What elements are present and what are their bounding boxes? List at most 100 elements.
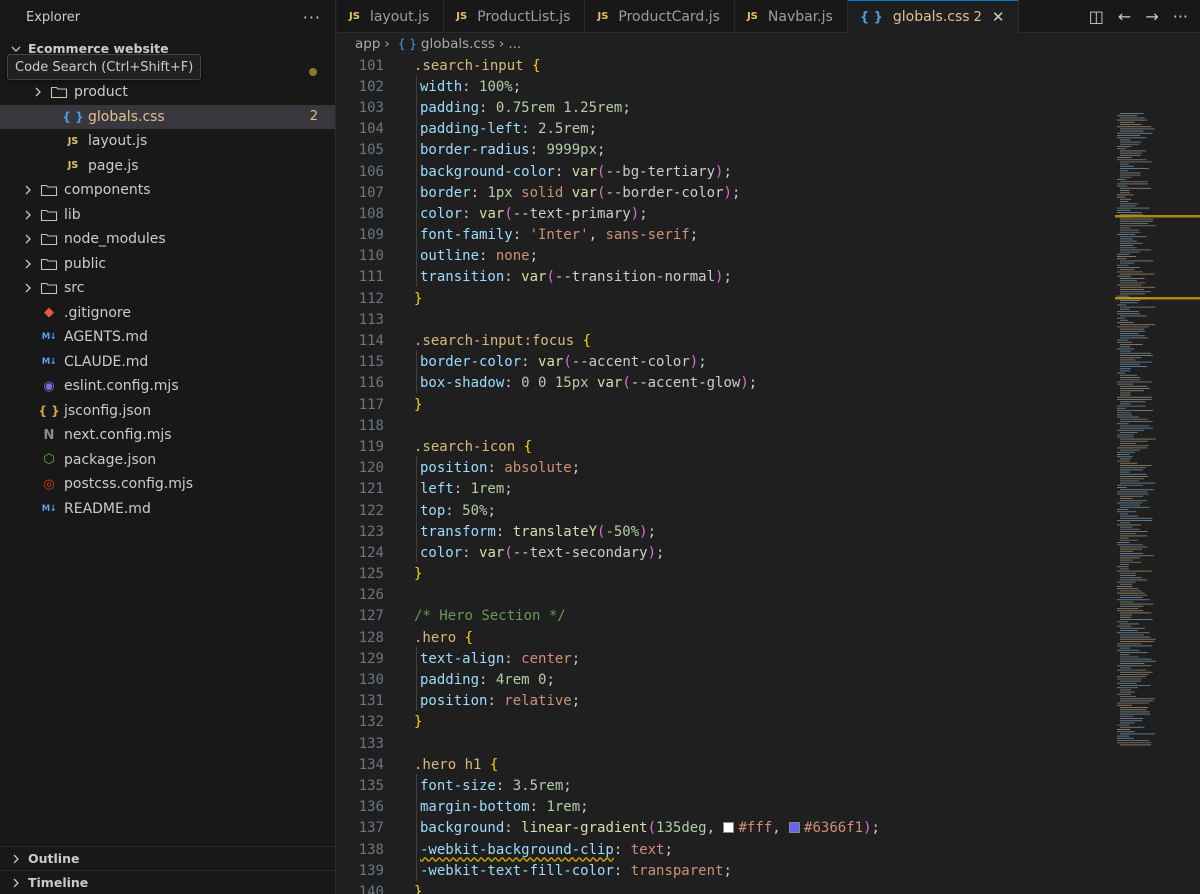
code-token: transition: [420, 269, 505, 286]
code-line: 122 top: 50%;: [337, 498, 1117, 521]
line-number: 127: [358, 608, 384, 625]
editor-tab[interactable]: JS ProductCard.js: [585, 0, 735, 33]
code-token: :: [495, 777, 513, 794]
code-token: text-align: [420, 650, 505, 667]
tree-item[interactable]: JS layout.js: [0, 129, 335, 154]
folder-icon: [50, 84, 68, 100]
markdown-icon: M↓: [41, 332, 57, 343]
code-line: 102 width: 100%;: [337, 74, 1117, 97]
code-token: :: [453, 481, 471, 498]
breadcrumb-file[interactable]: globals.css: [421, 36, 495, 52]
code-token: 0.75rem 1.25rem: [495, 99, 623, 116]
tree-item[interactable]: M↓ CLAUDE.md: [0, 350, 335, 375]
modified-indicator: [309, 68, 317, 76]
color-swatch[interactable]: [723, 822, 735, 834]
problem-count-badge: 2: [309, 109, 318, 125]
chevron-down-icon: [8, 43, 24, 55]
minimap[interactable]: [1115, 55, 1200, 894]
line-number: 138: [358, 841, 384, 858]
code-text: left: 1rem;: [384, 477, 513, 500]
tree-item[interactable]: ⬡ package.json: [0, 448, 335, 473]
code-token: 3.5rem: [512, 777, 564, 794]
tree-item-label: CLAUDE.md: [64, 353, 149, 370]
editor-tab[interactable]: JS Navbar.js: [735, 0, 848, 33]
code-token: ): [689, 354, 699, 371]
editor-tab[interactable]: { } globals.css 2 ✕: [847, 0, 1020, 33]
code-token: :: [554, 163, 572, 180]
code-line: 103 padding: 0.75rem 1.25rem;: [337, 95, 1117, 118]
code-token: }: [414, 566, 423, 583]
code-token: font-size: [420, 777, 496, 794]
editor-tab[interactable]: JS ProductList.js: [444, 0, 586, 33]
tree-item[interactable]: src: [0, 276, 335, 301]
code-token: translateY: [512, 523, 598, 540]
code-token: -webkit-text-fill-color: [420, 862, 614, 879]
breadcrumb-folder[interactable]: app: [355, 36, 380, 52]
line-number: 134: [358, 756, 384, 773]
more-actions-icon[interactable]: ···: [1173, 7, 1188, 26]
tree-item-label: AGENTS.md: [64, 329, 148, 346]
js-file-icon: JS: [67, 160, 79, 172]
code-text: .search-input:focus {: [384, 333, 591, 349]
code-token: --text-primary: [512, 205, 631, 222]
code-editor[interactable]: 101 .search-input {102 width: 100%; 103 padd…: [337, 55, 1117, 894]
json-file-icon: { }: [38, 403, 60, 418]
tree-item[interactable]: Nnext.config.mjs: [0, 423, 335, 448]
editor-tabs: JS layout.js JS ProductList.js JS ProductCard…: [337, 0, 1200, 33]
tree-item[interactable]: public: [0, 252, 335, 277]
go-forward-icon[interactable]: →: [1145, 7, 1158, 26]
code-text: background-color: var(--bg-tertiary);: [384, 159, 732, 182]
editor-tab[interactable]: JS layout.js: [337, 0, 445, 33]
tree-item-label: next.config.mjs: [64, 427, 172, 444]
tree-item[interactable]: product: [0, 80, 335, 105]
code-text: border: 1px solid var(--border-color);: [384, 180, 740, 203]
code-token: color: [420, 544, 463, 561]
code-token: {: [489, 756, 499, 773]
tree-item[interactable]: M↓ README.md: [0, 497, 335, 522]
code-token: :: [521, 354, 539, 371]
line-number: 137: [358, 820, 384, 837]
tree-item[interactable]: M↓ AGENTS.md: [0, 325, 335, 350]
tree-item[interactable]: ◆ .gitignore: [0, 301, 335, 326]
code-token: color: [420, 205, 463, 222]
css-file-icon: { }: [62, 109, 84, 124]
line-number: 108: [358, 205, 384, 222]
code-token: #fff: [738, 820, 773, 837]
tree-item[interactable]: { } globals.css 2: [0, 104, 335, 129]
code-token: background: [420, 820, 505, 837]
code-token: :: [504, 375, 522, 392]
explorer-sidebar: Explorer ··· Ecommerce website product{ …: [0, 0, 336, 894]
code-token: :: [512, 227, 530, 244]
code-token: :: [504, 820, 522, 837]
minimap-canvas: [1115, 113, 1200, 746]
folder-icon: [40, 207, 58, 223]
line-number: 103: [358, 99, 384, 116]
go-back-icon[interactable]: ←: [1118, 7, 1131, 26]
line-number: 105: [358, 142, 384, 159]
outline-section[interactable]: Outline: [0, 846, 336, 870]
code-token: }: [414, 396, 423, 413]
code-token: padding: [420, 99, 480, 116]
tree-item[interactable]: JS page.js: [0, 154, 335, 179]
more-actions-icon[interactable]: ···: [303, 8, 321, 27]
tree-item[interactable]: lib: [0, 203, 335, 228]
breadcrumb-symbols[interactable]: ...: [508, 36, 521, 52]
code-token: #6366f1: [804, 820, 864, 837]
split-editor-icon[interactable]: ◫: [1089, 7, 1104, 26]
tree-item[interactable]: components: [0, 178, 335, 203]
line-number: 131: [358, 693, 384, 710]
folder-icon: [40, 280, 58, 296]
tree-item[interactable]: node_modules: [0, 227, 335, 252]
timeline-section[interactable]: Timeline: [0, 870, 336, 894]
chevron-right-icon: ›: [384, 36, 390, 52]
tree-item[interactable]: ◉ eslint.config.mjs: [0, 374, 335, 399]
color-swatch[interactable]: [789, 822, 801, 834]
line-number: 109: [358, 227, 384, 244]
close-icon[interactable]: ✕: [992, 8, 1005, 26]
tree-item[interactable]: { } jsconfig.json: [0, 399, 335, 424]
eslint-icon: ◉: [43, 378, 55, 394]
tree-item[interactable]: ◎ postcss.config.mjs: [0, 472, 335, 497]
code-text: position: absolute;: [384, 456, 580, 479]
editor-area: JS layout.js JS ProductList.js JS ProductCard…: [337, 0, 1200, 894]
